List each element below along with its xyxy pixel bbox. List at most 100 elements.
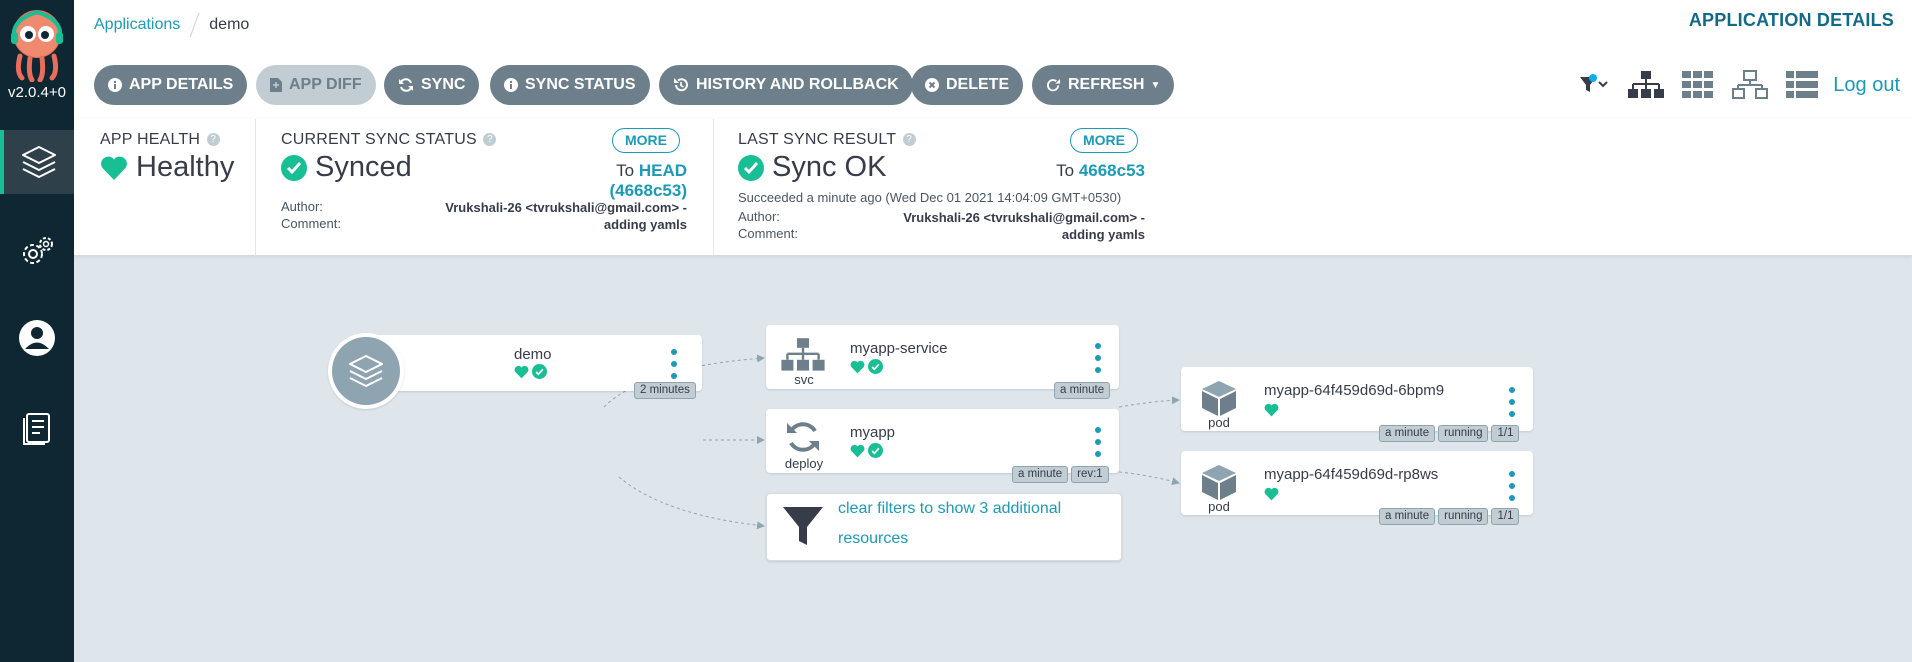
app-diff-button[interactable]: APP DIFF [256,65,376,105]
heart-icon [1264,403,1279,417]
docs-icon [23,413,50,445]
status-panel: APP HEALTH ? Healthy CURRENT SYNC STATUS… [74,119,1912,256]
check-circle-icon [281,154,307,181]
last-sync-author: Vrukshali-26 <tvrukshali@gmail.com> - [903,210,1145,225]
service-node-kind: svc [794,372,814,387]
heart-icon [1264,487,1279,501]
pod-node-name: myapp-64f459d69d-6bpm9 [1264,382,1445,399]
pod-node-menu[interactable] [1507,387,1517,417]
section-divider [713,119,714,256]
info-icon [504,78,518,92]
app-diff-label: APP DIFF [289,76,362,93]
nav-documentation[interactable] [0,396,74,460]
clear-filters-link[interactable]: clear filters to show 3 additional resou… [838,494,1061,554]
revision-tag: rev:1 [1071,466,1109,483]
check-circle-icon [738,154,764,181]
deployment-node[interactable]: deploy myapp [766,409,1119,473]
help-icon[interactable]: ? [902,133,916,147]
deployment-node-name: myapp [850,424,896,441]
clear-filters-line2: resources [838,530,909,547]
breadcrumb: Applications demo [94,12,249,38]
pod-node-tags: a minute running 1/1 [1379,425,1520,442]
deployment-node-kind: deploy [784,456,824,471]
help-icon[interactable]: ? [483,133,497,147]
current-sync-label: CURRENT SYNC STATUS [281,131,477,148]
age-tag: a minute [1054,382,1111,399]
deployment-node-status [850,443,883,458]
pod-node-kind: pod [1208,415,1230,430]
last-sync-comment: adding yamls [1061,227,1145,242]
app-health-value: Healthy [136,151,235,183]
pod-node[interactable]: pod myapp-64f459d69d-rp8ws [1181,451,1533,515]
heart-icon [101,156,127,180]
sitemap-icon [781,338,825,371]
age-tag: 2 minutes [634,382,696,399]
pod-node[interactable]: pod myapp-64f459d69d-6bpm9 [1181,367,1533,431]
breadcrumb-separator [189,12,200,38]
nav-settings[interactable] [0,220,74,284]
last-sync-more-button[interactable]: MORE [1070,128,1138,153]
service-node-status [850,359,883,374]
refresh-label: REFRESH [1068,76,1145,93]
list-icon [1786,71,1819,98]
refresh-button[interactable]: REFRESH ▼ [1032,65,1175,105]
help-icon[interactable]: ? [206,133,220,147]
list-view-button[interactable] [1783,68,1821,102]
pod-node-kind: pod [1208,499,1230,514]
filter-node[interactable]: clear filters to show 3 additional resou… [766,493,1122,561]
sync-status-button[interactable]: SYNC STATUS [490,65,650,105]
history-rollback-button[interactable]: HISTORY AND ROLLBACK [659,65,913,105]
deployment-sync-icon [787,422,819,452]
filter-dropdown[interactable] [1575,68,1613,102]
user-icon [19,320,55,356]
filter-icon [783,507,823,545]
edge-service-pod [1118,396,1180,408]
nav-applications[interactable] [0,130,74,194]
sitemap-icon [1628,71,1665,98]
pod-node-menu[interactable] [1507,471,1517,501]
pods-view-button[interactable] [1679,68,1717,102]
top-bar: Applications demo APPLICATION DETAILS [74,0,1912,44]
argo-logo[interactable] [8,6,66,83]
breadcrumb-applications-link[interactable]: Applications [94,16,180,34]
network-view-button[interactable] [1731,68,1769,102]
age-tag: a minute [1012,466,1069,483]
service-node-tags: a minute [1054,382,1111,399]
current-sync-comment: adding yamls [603,217,687,232]
service-node[interactable]: svc myapp-service [766,325,1119,389]
author-label: Author: [281,199,323,214]
sidebar: v2.0.4+0 [0,0,74,662]
delete-label: DELETE [946,76,1010,93]
state-tag: running [1438,425,1489,442]
app-node-menu[interactable] [669,349,679,379]
app-details-button[interactable]: APP DETAILS [94,65,248,105]
state-tag: running [1438,508,1489,525]
nav-user-info[interactable] [0,306,74,370]
sync-button[interactable]: SYNC [384,65,480,105]
caret-down-icon: ▼ [1150,79,1161,91]
edge-deploy-pod2 [1118,471,1180,486]
breadcrumb-current: demo [209,16,250,33]
service-node-menu[interactable] [1093,343,1103,373]
times-circle-icon [925,78,939,92]
file-icon [270,78,282,92]
sync-status-label: SYNC STATUS [525,76,636,93]
deployment-node-menu[interactable] [1093,427,1103,457]
tree-view-button[interactable] [1627,68,1665,102]
age-tag: a minute [1379,508,1436,525]
check-circle-icon [868,359,883,374]
app-health-section: APP HEALTH ? Healthy [100,131,234,184]
last-sync-revision-link[interactable]: 4668c53 [1079,161,1145,180]
service-node-name: myapp-service [850,340,948,357]
current-sync-value: Synced [315,151,412,183]
comment-label: Comment: [738,226,798,241]
heart-icon [850,360,865,373]
current-sync-commit-meta: Vrukshali-26 <tvrukshali@gmail.com> - ad… [404,199,687,233]
ready-tag: 1/1 [1491,508,1520,525]
sync-label: SYNC [421,76,466,93]
current-sync-target: To HEAD (4668c53) [534,161,687,201]
logout-link[interactable]: Log out [1833,74,1900,97]
delete-button[interactable]: DELETE [911,65,1024,105]
pod-node-status [1264,487,1279,501]
current-sync-more-button[interactable]: MORE [612,128,680,153]
